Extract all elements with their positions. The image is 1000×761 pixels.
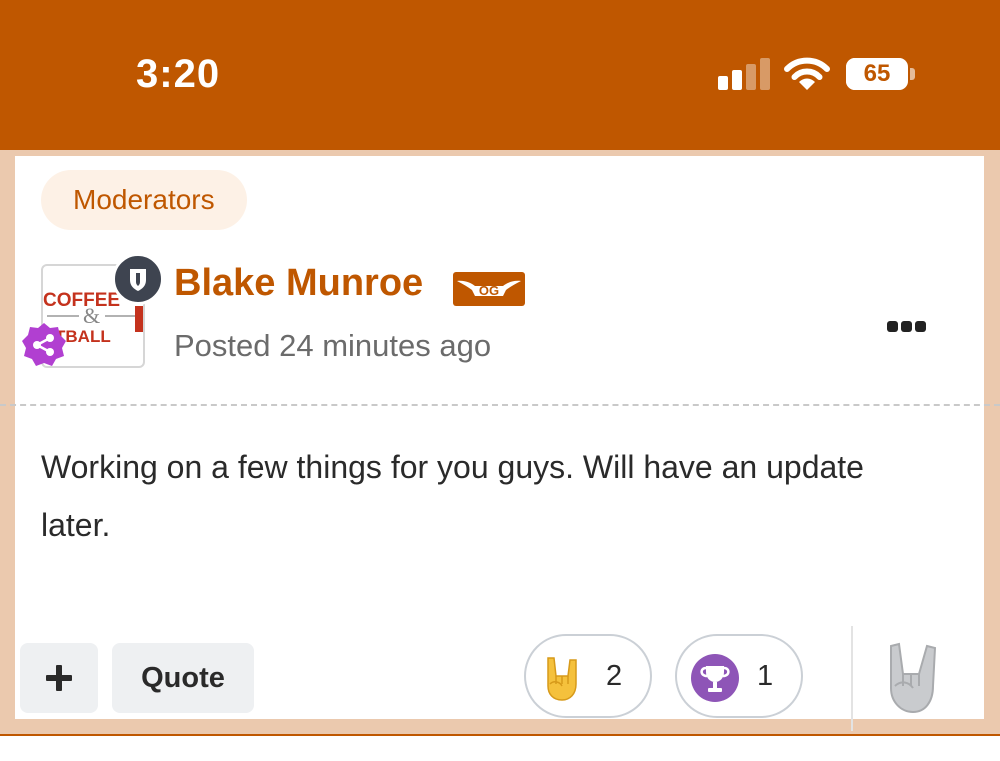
signal-icon xyxy=(718,58,770,90)
post-card: Moderators COFFEE & TBALL Blake Munroe O… xyxy=(0,156,1000,731)
header-divider xyxy=(0,404,1000,406)
rock-on-hand-icon xyxy=(540,654,586,707)
group-tag[interactable]: Moderators xyxy=(41,170,247,230)
post-body: Working on a few things for you guys. Wi… xyxy=(41,449,864,543)
react-button[interactable] xyxy=(885,640,943,721)
footer-divider xyxy=(851,626,853,731)
battery-tip xyxy=(910,68,915,80)
quote-button[interactable]: Quote xyxy=(112,643,254,713)
og-badge-text: OG xyxy=(479,283,499,298)
post-timestamp: Posted 24 minutes ago xyxy=(174,328,492,363)
battery-percent: 65 xyxy=(863,60,891,87)
reaction-trophy[interactable]: 1 xyxy=(675,634,803,718)
rock-on-hand-icon xyxy=(890,642,937,714)
avatar-text-2: & xyxy=(83,303,100,328)
share-badge-icon xyxy=(21,322,67,373)
bottom-divider xyxy=(0,734,1000,736)
more-options-button[interactable] xyxy=(883,316,929,338)
reaction-count: 1 xyxy=(757,660,774,692)
add-button[interactable] xyxy=(20,643,98,713)
status-time: 3:20 xyxy=(136,52,221,96)
battery-icon: 65 xyxy=(846,58,908,90)
status-bar: 3:20 65 xyxy=(0,0,1000,150)
reaction-rock-on[interactable]: 2 xyxy=(524,634,652,718)
og-badge-icon: OG xyxy=(453,272,525,311)
moderator-shield-icon xyxy=(112,253,164,305)
trophy-icon xyxy=(691,654,739,707)
wifi-icon xyxy=(784,56,830,97)
author-name[interactable]: Blake Munroe xyxy=(174,262,423,305)
reaction-count: 2 xyxy=(606,660,623,692)
avatar-text-1: COFFEE xyxy=(43,290,120,311)
